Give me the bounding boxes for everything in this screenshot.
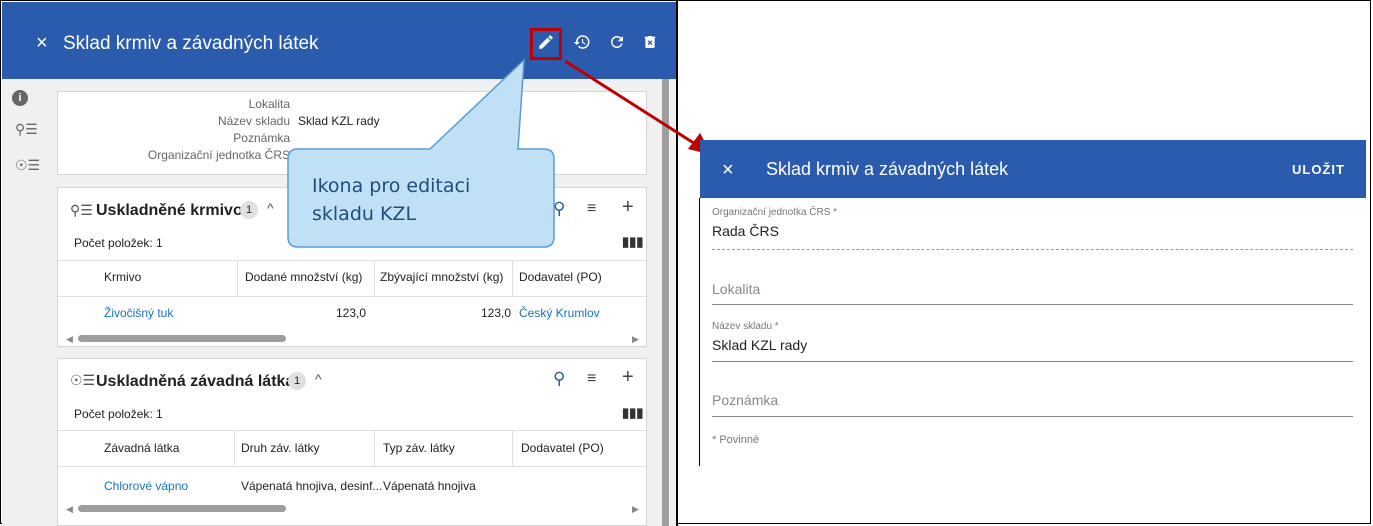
column-divider [374, 430, 375, 466]
warehouse-name-field[interactable]: Sklad KZL rady [712, 337, 807, 353]
dialog-left-border [699, 198, 700, 466]
locality-field-underline [712, 304, 1353, 305]
column-header[interactable]: Druh záv. látky [241, 441, 319, 455]
table-header-top-border [58, 430, 646, 431]
warehouse-name-field-label: Název skladu * [712, 321, 779, 332]
org-unit-field[interactable]: Rada ČRS [712, 223, 779, 239]
item-count: Počet položek: 1 [74, 236, 163, 250]
locality-label: Lokalita [248, 97, 290, 111]
table-cell: 123,0 [481, 306, 512, 320]
feed-list-icon: ⚲☰ [70, 202, 93, 218]
horizontal-scrollbar-thumb[interactable] [78, 505, 286, 512]
substance-section-title: Uskladněná závadná látka [96, 373, 295, 390]
org-unit-field-label: Organizační jednotka ČRS * [712, 207, 838, 218]
table-cell: Vápenatá hnojiva, desinf... [241, 479, 383, 493]
columns-icon[interactable]: ▮▮▮ [622, 405, 643, 421]
search-icon[interactable]: ⚲ [553, 369, 565, 389]
scroll-right-icon[interactable]: ▶ [632, 504, 639, 515]
collapse-icon[interactable]: ^ [267, 200, 274, 216]
refresh-icon[interactable] [605, 33, 629, 56]
collapse-icon[interactable]: ^ [315, 371, 322, 387]
info-icon[interactable]: i [12, 90, 28, 106]
org-unit-field-underline [712, 249, 1353, 250]
column-divider [512, 260, 513, 296]
locality-field[interactable]: Lokalita [712, 281, 760, 297]
feed-section-title: Uskladněné krmivo [96, 202, 243, 219]
scroll-left-icon[interactable]: ◀ [66, 504, 73, 515]
column-header[interactable]: Zbývající množství (kg) [380, 270, 503, 284]
horizontal-scrollbar-thumb[interactable] [78, 335, 286, 342]
close-icon[interactable]: × [36, 32, 48, 54]
close-icon[interactable]: × [722, 159, 734, 182]
add-icon[interactable]: + [622, 366, 634, 389]
table-header-bottom-border [58, 296, 646, 297]
feed-count-badge: 1 [240, 201, 258, 219]
required-note: * Povinné [712, 434, 760, 446]
note-field[interactable]: Poznámka [712, 392, 778, 408]
substance-list-icon: ☉☰ [70, 372, 96, 388]
scroll-left-icon[interactable]: ◀ [66, 334, 73, 345]
table-header-bottom-border [58, 466, 646, 467]
column-header[interactable]: Dodavatel (PO) [521, 441, 604, 455]
list-view-icon[interactable]: ≡ [587, 200, 596, 218]
column-header[interactable]: Krmivo [104, 270, 141, 284]
history-icon[interactable] [570, 33, 594, 56]
column-header[interactable]: Dodavatel (PO) [519, 270, 602, 284]
table-header-top-border [58, 260, 646, 261]
add-icon[interactable]: + [622, 196, 634, 219]
callout-line-1: Ikona pro editaci [312, 175, 471, 197]
org-unit-label: Organizační jednotka ČRS [147, 148, 290, 162]
substance-count-badge: 1 [288, 372, 306, 390]
substance-list-icon[interactable]: ☉☰ [15, 157, 40, 174]
column-divider [512, 430, 513, 466]
table-cell-link[interactable]: Chlorové vápno [104, 479, 188, 493]
column-divider [374, 260, 375, 296]
page-title: Sklad krmiv a závadných látek [63, 33, 319, 54]
column-header[interactable]: Závadná látka [104, 441, 179, 455]
list-view-icon[interactable]: ≡ [587, 370, 596, 388]
item-count: Počet položek: 1 [74, 407, 163, 421]
callout-line-2: skladu KZL [312, 203, 417, 225]
table-cell: 123,0 [336, 306, 367, 320]
note-field-underline [712, 416, 1353, 417]
pointer-arrow [564, 59, 712, 155]
table-cell-link[interactable]: Český Krumlov [519, 306, 600, 320]
warehouse-name-field-underline [712, 361, 1353, 362]
column-header[interactable]: Dodané množství (kg) [245, 270, 362, 284]
feed-list-icon[interactable]: ⚲☰ [15, 121, 38, 138]
dialog-title: Sklad krmiv a závadných látek [766, 159, 1009, 179]
column-divider [237, 260, 238, 296]
callout-text: Ikona pro editaci skladu KZL [312, 172, 542, 228]
delete-icon[interactable] [638, 33, 662, 56]
columns-icon[interactable]: ▮▮▮ [622, 234, 643, 250]
scroll-right-icon[interactable]: ▶ [632, 334, 639, 345]
column-header[interactable]: Typ záv. látky [383, 441, 455, 455]
note-label: Poznámka [233, 131, 290, 145]
table-cell-link[interactable]: Živočišný tuk [104, 306, 173, 320]
table-cell: Vápenatá hnojiva [383, 479, 476, 493]
column-divider [234, 430, 235, 466]
warehouse-name-label: Název skladu [217, 114, 290, 128]
save-button[interactable]: ULOŽIT [1292, 162, 1345, 177]
